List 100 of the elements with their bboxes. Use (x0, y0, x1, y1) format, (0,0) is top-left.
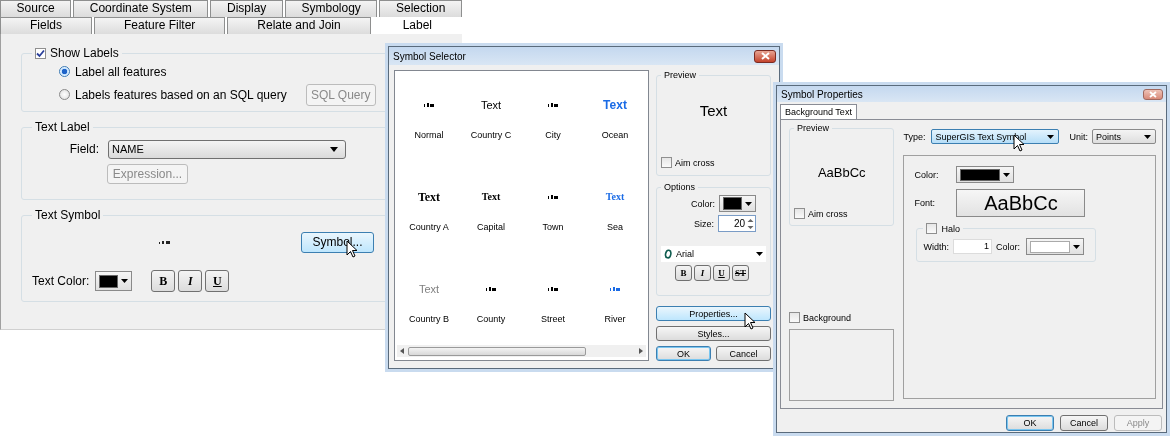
color-picker-button[interactable] (956, 166, 1015, 183)
checkbox[interactable] (926, 223, 938, 234)
symbol-name[interactable]: Street (541, 314, 565, 324)
caret-icon (1144, 134, 1151, 139)
dialog-button[interactable]: OK (656, 346, 711, 361)
horizontal-scrollbar[interactable] (397, 345, 646, 357)
caret-icon (745, 201, 752, 206)
field-label: Field: (68, 142, 100, 156)
caret-icon (1003, 172, 1011, 177)
symbol-sample[interactable]: Text (418, 282, 440, 296)
caret-icon (756, 252, 763, 256)
radio-button[interactable] (59, 66, 70, 77)
dialog-button[interactable]: Styles... (656, 326, 771, 341)
tab[interactable]: Source (0, 0, 72, 17)
caret-icon (1047, 134, 1055, 139)
group-title: Preview (664, 70, 696, 80)
scroll-left-icon (400, 348, 404, 354)
symbol-name[interactable]: City (545, 130, 561, 140)
unit-dropdown[interactable]: Points (1092, 129, 1156, 144)
radio-button[interactable] (59, 89, 70, 100)
type-label: Type: (903, 131, 926, 142)
symbol-name[interactable]: Country A (409, 222, 449, 232)
preview-text: Text (698, 102, 729, 119)
symbol-button[interactable]: Symbol... (301, 231, 374, 253)
group-title: Text Label (35, 120, 90, 134)
tab[interactable]: Feature Filter (94, 17, 226, 34)
symbol-sample-icon[interactable] (486, 287, 496, 291)
tab[interactable]: Display (210, 0, 283, 17)
radio-label: Labels features based on an SQL query (75, 87, 287, 102)
tab[interactable]: Symbology (284, 0, 378, 17)
symbol-name[interactable]: Country C (470, 130, 512, 140)
color-picker-button[interactable] (95, 271, 133, 291)
checkbox-label: Aim cross (675, 157, 715, 168)
checkbox[interactable] (794, 208, 805, 219)
symbol-name[interactable]: Normal (414, 130, 444, 140)
symbol-sample[interactable]: Text (481, 190, 501, 204)
dialog-button[interactable]: Properties... (656, 306, 771, 321)
text-color-label: Text Color: (32, 274, 90, 288)
close-icon (1149, 90, 1157, 98)
checkbox[interactable] (661, 157, 672, 168)
tab[interactable]: Relate and Join (227, 17, 371, 34)
symbol-name[interactable]: Town (542, 222, 564, 232)
checkbox[interactable] (789, 312, 800, 323)
color-label: Color: (914, 169, 940, 180)
symbol-preview-icon (159, 239, 171, 245)
symbol-sample-icon[interactable] (548, 103, 558, 107)
checkbox-label: Background (803, 312, 852, 323)
symbol-sample[interactable]: Text (605, 190, 625, 204)
symbol-sample-icon[interactable] (548, 287, 558, 291)
size-label: Size: (694, 218, 714, 229)
font-style-button[interactable]: U (713, 265, 730, 281)
symbol-sample-icon[interactable] (548, 195, 558, 199)
dialog-button[interactable]: OK (1006, 415, 1054, 431)
tab[interactable]: Background Text (780, 104, 857, 119)
checkbox[interactable] (35, 47, 46, 59)
symbol-name[interactable]: River (604, 314, 626, 324)
font-style-button[interactable]: I (178, 270, 203, 292)
color-picker-button[interactable] (1026, 238, 1084, 255)
font-style-button[interactable]: B (675, 265, 692, 281)
width-input[interactable]: 1 (953, 239, 992, 254)
dialog-button[interactable]: Cancel (1060, 415, 1108, 431)
group-title: Options (664, 182, 696, 192)
symbol-sample[interactable]: Text (480, 98, 502, 112)
close-icon (760, 52, 770, 60)
color-label: Color: (691, 198, 715, 209)
field-dropdown[interactable]: NAME (108, 139, 346, 159)
size-spinner[interactable]: 20 (718, 215, 756, 232)
font-style-button[interactable]: I (694, 265, 711, 281)
symbol-sample[interactable]: Text (603, 98, 627, 112)
symbol-sample[interactable]: Text (417, 190, 441, 204)
tab[interactable]: Fields (0, 17, 92, 34)
checkbox-label: Halo (941, 223, 960, 234)
symbol-name[interactable]: Country B (409, 314, 449, 324)
close-button[interactable] (1143, 88, 1163, 100)
unit-label: Unit: (1069, 131, 1088, 142)
group-title: Preview (797, 123, 829, 133)
scroll-right-icon (639, 348, 643, 354)
dialog-button[interactable]: Cancel (716, 346, 771, 361)
font-style-button[interactable]: ST (732, 265, 749, 281)
cursor-icon (744, 312, 756, 330)
symbol-name[interactable]: County (476, 314, 506, 324)
symbol-name[interactable]: Capital (477, 222, 505, 232)
window-title: Symbol Selector (393, 50, 466, 62)
font-dropdown[interactable]: Arial (661, 246, 766, 262)
symbol-name[interactable]: Ocean (601, 130, 629, 140)
color-picker-button[interactable] (719, 195, 756, 212)
caret-icon (121, 279, 129, 283)
close-button[interactable] (754, 49, 776, 63)
font-style-button[interactable]: U (205, 270, 230, 292)
font-style-button[interactable]: B (151, 270, 176, 292)
symbol-name[interactable]: Sea (607, 222, 623, 232)
group-title: Text Symbol (35, 208, 101, 222)
font-label: Font: (914, 198, 936, 208)
window-title: Symbol Properties (781, 88, 863, 100)
font-button[interactable]: AaBbCc (956, 189, 1086, 217)
color-label: Color: (996, 241, 1020, 252)
tab[interactable]: Coordinate System (73, 0, 209, 17)
symbol-sample-icon[interactable] (424, 103, 434, 107)
tab[interactable]: Selection (379, 0, 462, 17)
preview-text: AaBbCc (816, 165, 867, 180)
